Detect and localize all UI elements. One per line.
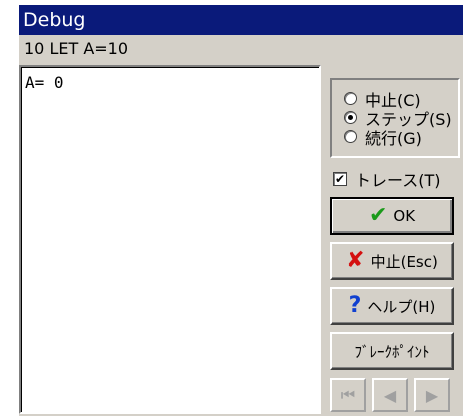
breakpoint-button[interactable]: ﾌﾞﾚｰｸﾎﾟｲﾝﾄ [330, 332, 454, 370]
radio-step[interactable]: ステップ(S) [344, 109, 452, 129]
radio-continue-indicator[interactable] [344, 130, 357, 143]
mode-group: 中止(C) ステップ(S) 続行(G) [330, 78, 460, 158]
question-icon: ? [348, 293, 362, 318]
radio-stop-indicator[interactable] [344, 92, 357, 105]
abort-button[interactable]: ✘ 中止(Esc) [330, 242, 454, 280]
output-area[interactable]: A= 0 [19, 65, 321, 414]
window-title: Debug [23, 9, 86, 31]
radio-continue[interactable]: 続行(G) [344, 128, 422, 148]
radio-continue-label: 続行(G) [365, 128, 422, 148]
breakpoint-button-label: ﾌﾞﾚｰｸﾎﾟｲﾝﾄ [354, 342, 430, 361]
ok-button[interactable]: ✔ OK [330, 197, 454, 235]
debug-window: Debug 10 LET A=10 A= 0 中止(C) ステップ(S) 続行(… [0, 0, 463, 416]
radio-step-indicator[interactable] [344, 111, 357, 124]
trace-label: トレース(T) [355, 171, 441, 190]
x-icon: ✘ [346, 248, 365, 273]
prev-icon: ◀ [383, 385, 397, 405]
title-bar[interactable]: Debug [19, 5, 463, 35]
check-icon: ✔ [368, 203, 388, 228]
trace-checkbox[interactable]: ✔ [333, 172, 347, 186]
trace-checkbox-row[interactable]: ✔ トレース(T) [333, 168, 440, 190]
help-button-label: ヘルプ(H) [367, 297, 436, 316]
next-button[interactable]: ▶ [414, 378, 450, 412]
radio-stop[interactable]: 中止(C) [344, 90, 421, 110]
current-line: 10 LET A=10 [24, 39, 129, 58]
prev-button[interactable]: ◀ [372, 378, 408, 412]
ok-button-label: OK [393, 207, 416, 225]
abort-button-label: 中止(Esc) [370, 252, 438, 271]
first-button[interactable]: ⏮ [330, 378, 366, 412]
next-icon: ▶ [425, 385, 439, 405]
output-text: A= 0 [25, 73, 64, 92]
skip-first-icon: ⏮ [340, 385, 356, 404]
help-button[interactable]: ? ヘルプ(H) [330, 287, 454, 325]
